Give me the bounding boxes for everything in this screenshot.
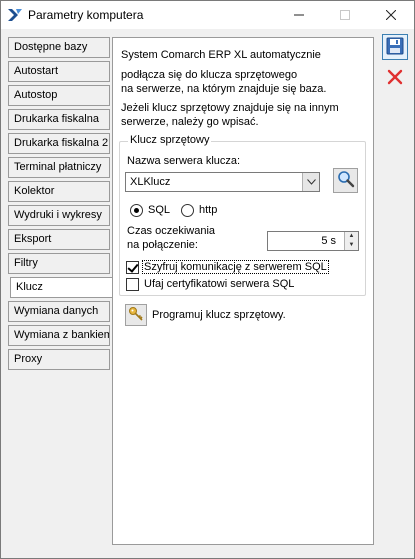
minimize-button[interactable] xyxy=(276,1,322,29)
nav-item-terminal-platniczy[interactable]: Terminal płatniczy xyxy=(8,157,110,178)
spin-up-icon[interactable]: ▲ xyxy=(345,232,358,241)
nav-item-wymiana-z-bankiem[interactable]: Wymiana z bankiem xyxy=(8,325,110,346)
server-combo[interactable]: XLKlucz xyxy=(125,172,320,192)
nav-item-wydruki-i-wykresy[interactable]: Wydruki i wykresy xyxy=(8,205,110,226)
save-button[interactable] xyxy=(382,34,408,60)
timeout-stepper[interactable]: 5 s ▲ ▼ xyxy=(267,231,359,251)
intro-text-line5: serwerze, należy go wpisać. xyxy=(121,116,259,128)
radio-sql[interactable] xyxy=(130,204,143,217)
key-icon xyxy=(128,306,144,325)
radio-http-label: http xyxy=(199,204,218,216)
search-server-button[interactable] xyxy=(333,168,358,193)
trust-cert-checkbox[interactable] xyxy=(126,278,139,291)
server-combo-value: XLKlucz xyxy=(130,176,171,188)
comarch-logo-icon xyxy=(7,7,23,23)
nav-item-kolektor[interactable]: Kolektor xyxy=(8,181,110,202)
intro-text-line4: Jeżeli klucz sprzętowy znajduje się na i… xyxy=(121,102,339,114)
radio-http[interactable] xyxy=(181,204,194,217)
nav-item-wymiana-danych[interactable]: Wymiana danych xyxy=(8,301,110,322)
intro-text-line1: System Comarch ERP XL automatycznie xyxy=(121,49,321,61)
nav-item-filtry[interactable]: Filtry xyxy=(8,253,110,274)
cancel-button[interactable] xyxy=(382,65,408,91)
window-title: Parametry komputera xyxy=(28,8,144,22)
nav-item-drukarka-fiskalna-2[interactable]: Drukarka fiskalna 2 xyxy=(8,133,110,154)
encrypt-label[interactable]: Szyfruj komunikację z serwerem SQL xyxy=(142,260,329,274)
maximize-button[interactable] xyxy=(322,1,368,29)
nav-item-dostepne-bazy[interactable]: Dostępne bazy xyxy=(8,37,110,58)
nav-item-drukarka-fiskalna[interactable]: Drukarka fiskalna xyxy=(8,109,110,130)
close-button[interactable] xyxy=(368,1,414,29)
server-label: Nazwa serwera klucza: xyxy=(127,155,241,167)
red-x-icon xyxy=(387,69,403,88)
nav-item-autostart[interactable]: Autostart xyxy=(8,61,110,82)
trust-cert-label[interactable]: Ufaj certyfikatowi serwera SQL xyxy=(144,278,294,290)
timeout-label-line2: na połączenie: xyxy=(127,239,198,251)
group-title: Klucz sprzętowy xyxy=(128,134,212,146)
radio-sql-label: SQL xyxy=(148,204,171,216)
chevron-down-icon[interactable] xyxy=(302,173,319,191)
timeout-value: 5 s xyxy=(321,235,336,247)
encrypt-checkbox[interactable] xyxy=(126,261,139,274)
spin-down-icon[interactable]: ▼ xyxy=(345,241,358,250)
timeout-spin-buttons: ▲ ▼ xyxy=(344,232,358,250)
nav-item-eksport[interactable]: Eksport xyxy=(8,229,110,250)
klucz-panel: System Comarch ERP XL automatycznie podł… xyxy=(112,37,374,545)
title-bar: Parametry komputera xyxy=(1,1,414,29)
intro-text-line3: na serwerze, na którym znajduje się baza… xyxy=(121,83,327,95)
nav-item-proxy[interactable]: Proxy xyxy=(8,349,110,370)
parametry-window: Parametry komputera Dostępne bazy Autost… xyxy=(0,0,415,559)
timeout-label-line1: Czas oczekiwania xyxy=(127,225,216,237)
floppy-disk-icon xyxy=(386,37,404,58)
program-key-button[interactable] xyxy=(125,304,147,326)
nav-item-autostop[interactable]: Autostop xyxy=(8,85,110,106)
intro-text-line2: podłącza się do klucza sprzętowego xyxy=(121,69,298,81)
program-key-label[interactable]: Programuj klucz sprzętowy. xyxy=(152,309,286,321)
magnifier-icon xyxy=(337,170,355,191)
nav-item-klucz[interactable]: Klucz xyxy=(10,277,114,298)
